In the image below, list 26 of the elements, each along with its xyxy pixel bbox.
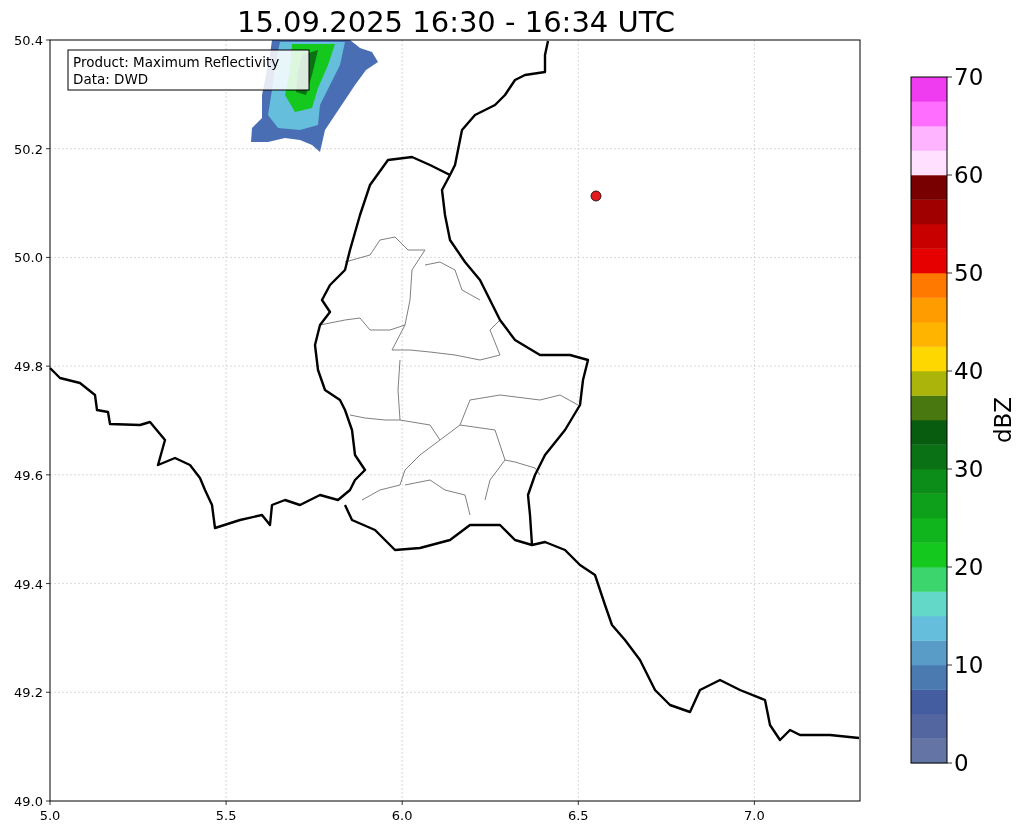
colorbar-tick-label: 10 xyxy=(954,652,984,678)
colorbar-tick-label: 50 xyxy=(954,260,984,286)
colorbar-tick-label: 20 xyxy=(954,554,984,580)
y-tick-label: 49.0 xyxy=(14,794,43,809)
colorbar-label: dBZ xyxy=(990,396,1016,444)
colorbar-tick-label: 30 xyxy=(954,456,984,482)
x-tick-label: 5.5 xyxy=(215,808,237,823)
x-tick-label: 5.0 xyxy=(39,808,61,823)
y-tick-label: 50.0 xyxy=(14,250,43,266)
colorbar-tick-label: 40 xyxy=(954,358,984,384)
info-text: Product: Maximum Reflectivity xyxy=(73,54,280,70)
info-text: Data: DWD xyxy=(73,71,149,87)
x-tick-label: 6.0 xyxy=(391,808,413,823)
chart-title: 15.09.2025 16:30 - 16:34 UTC xyxy=(237,5,675,39)
y-tick-label: 49.4 xyxy=(14,576,43,592)
y-tick-label: 50.4 xyxy=(14,33,43,48)
x-tick-label: 6.5 xyxy=(567,808,589,823)
y-tick-label: 49.6 xyxy=(14,467,43,483)
colorbar-tick-label: 70 xyxy=(954,64,984,90)
y-tick-label: 49.8 xyxy=(14,359,43,375)
y-tick-label: 49.2 xyxy=(14,685,43,701)
colorbar-tick-label: 0 xyxy=(954,750,969,776)
x-tick-label: 7.0 xyxy=(744,808,765,823)
colorbar-tick-label: 60 xyxy=(954,162,984,188)
location-marker xyxy=(590,190,602,202)
y-tick-label: 50.2 xyxy=(14,141,43,157)
